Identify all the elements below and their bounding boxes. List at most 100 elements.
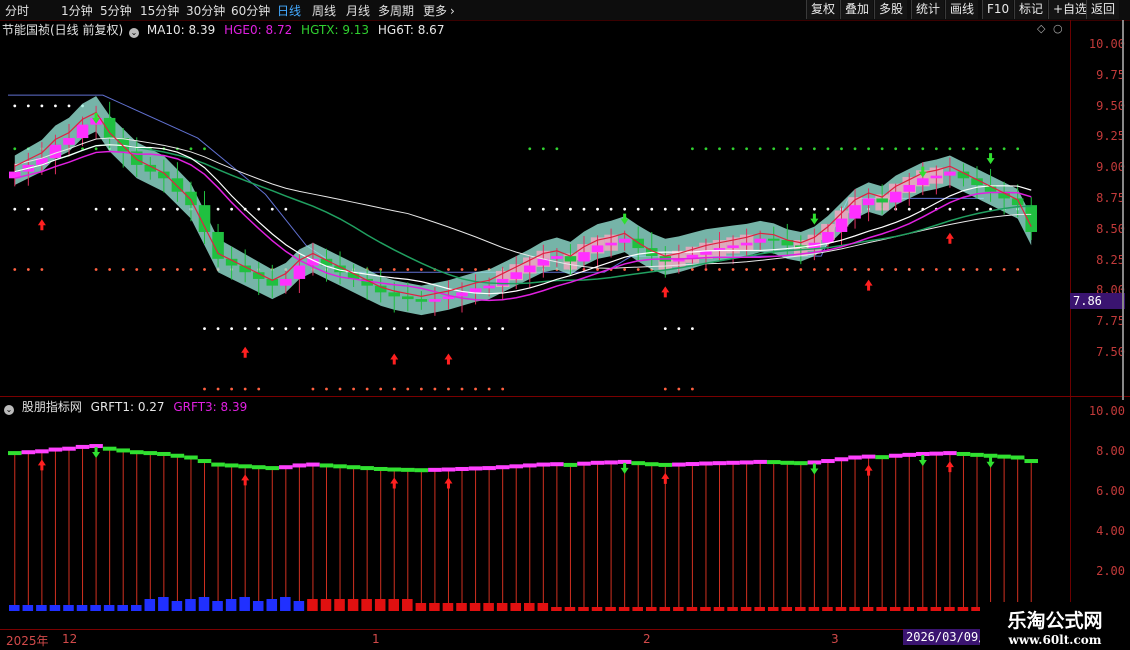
sub-volume-bar: [808, 607, 820, 611]
period-multi[interactable]: 多周期: [378, 2, 414, 19]
sub-volume-bar: [429, 603, 440, 611]
sub-volume-bar: [144, 599, 156, 611]
sub-signal: [726, 460, 740, 465]
level-dot: [704, 147, 708, 151]
candle-body: [510, 272, 522, 279]
sub-volume-bar: [456, 603, 467, 611]
watermark-title: 乐淘公式网: [1007, 610, 1103, 632]
level-dot: [203, 147, 206, 151]
level-dot: [270, 327, 274, 330]
period-weekly[interactable]: 周线: [312, 2, 336, 19]
level-dot: [487, 387, 491, 391]
period-daily[interactable]: 日线: [277, 2, 301, 19]
level-dot: [528, 207, 532, 211]
main-price-chart[interactable]: [0, 21, 1070, 396]
sub-signal: [888, 453, 903, 458]
level-dot: [26, 268, 30, 271]
sub-volume-bar: [158, 597, 169, 611]
sub-volume-bar: [415, 603, 427, 611]
btn-f10[interactable]: F10: [982, 0, 1014, 19]
candle-body: [822, 231, 834, 243]
sub-volume-bar: [76, 605, 88, 611]
sell-arrow-icon: [810, 213, 819, 225]
period-60min[interactable]: 60分钟: [231, 2, 270, 19]
candle-body: [740, 242, 753, 246]
sub-signal: [414, 468, 429, 473]
sub-signal: [821, 459, 835, 464]
side-strip-mark: [1122, 20, 1130, 400]
level-dot: [731, 268, 735, 271]
level-dot: [975, 268, 979, 271]
level-dot: [108, 207, 112, 211]
candle-body: [388, 292, 401, 297]
candle-body: [524, 265, 536, 273]
sub-signal: [577, 461, 591, 466]
btn-biaoji[interactable]: 标记: [1014, 0, 1048, 19]
sub-volume-bar: [930, 607, 942, 611]
level-dot: [691, 147, 694, 151]
level-dot: [257, 207, 261, 211]
sub-signal: [509, 464, 523, 469]
sub-signal: [333, 464, 347, 469]
sub-volume-bar: [90, 605, 101, 611]
period-fenshi[interactable]: 分时: [5, 2, 29, 19]
btn-zixuan[interactable]: +自选: [1048, 0, 1092, 19]
sub-volume-bar: [388, 599, 400, 611]
sub-volume-bar: [225, 599, 237, 611]
sell-arrow-icon: [810, 463, 819, 475]
sub-volume-bar: [849, 607, 860, 611]
price-tick: 8.75: [1096, 191, 1125, 205]
candle-body: [564, 256, 577, 262]
candle-body: [496, 278, 509, 286]
level-dot: [365, 327, 369, 330]
period-30min[interactable]: 30分钟: [186, 2, 225, 19]
level-dot: [433, 327, 437, 330]
level-dot: [203, 268, 206, 271]
side-info-strip: [1122, 20, 1130, 400]
btn-duogu[interactable]: 多股: [874, 0, 908, 19]
btn-tongji[interactable]: 统计: [911, 0, 945, 19]
btn-fuquan[interactable]: 复权: [806, 0, 840, 19]
level-dot: [745, 268, 749, 271]
period-1min[interactable]: 1分钟: [61, 2, 93, 19]
level-dot: [94, 207, 98, 211]
sub-signal: [1024, 459, 1038, 464]
level-dot: [162, 268, 166, 271]
level-dot: [501, 387, 505, 391]
level-dot: [13, 207, 17, 211]
sub-signal: [62, 446, 76, 451]
sub-signal: [780, 460, 795, 465]
sub-volume-bar: [483, 603, 494, 611]
btn-fanhui[interactable]: 返回: [1086, 0, 1120, 19]
level-dot: [731, 147, 735, 151]
level-dot: [474, 327, 477, 330]
level-dot: [67, 104, 71, 108]
sub-indicator-chart[interactable]: [0, 414, 1070, 629]
period-5min[interactable]: 5分钟: [100, 2, 132, 19]
sub-volume-bar: [537, 603, 549, 611]
level-dot: [989, 268, 992, 271]
sub-signal: [794, 461, 808, 466]
btn-diejia[interactable]: 叠加: [840, 0, 874, 19]
sell-arrow-icon: [986, 153, 995, 165]
sub-signal: [563, 462, 578, 467]
period-15min[interactable]: 15分钟: [140, 2, 179, 19]
candle-body: [917, 178, 929, 186]
level-dot: [934, 147, 938, 151]
level-dot: [785, 147, 789, 151]
level-dot: [812, 147, 816, 151]
candle-body: [76, 124, 89, 139]
sub-signal: [739, 460, 754, 465]
level-dot: [1016, 147, 1020, 151]
period-monthly[interactable]: 月线: [346, 2, 370, 19]
sub-signal: [766, 460, 781, 465]
btn-huaxian[interactable]: 画线: [945, 0, 979, 19]
level-dot: [148, 268, 152, 271]
sub-signal: [495, 465, 510, 470]
period-more[interactable]: 更多 ›: [423, 2, 455, 19]
sub-volume-bar: [686, 607, 698, 611]
sub-volume-bar: [212, 601, 223, 611]
candle-body: [876, 198, 888, 203]
level-dot: [691, 207, 694, 211]
sub-signal: [685, 462, 700, 467]
